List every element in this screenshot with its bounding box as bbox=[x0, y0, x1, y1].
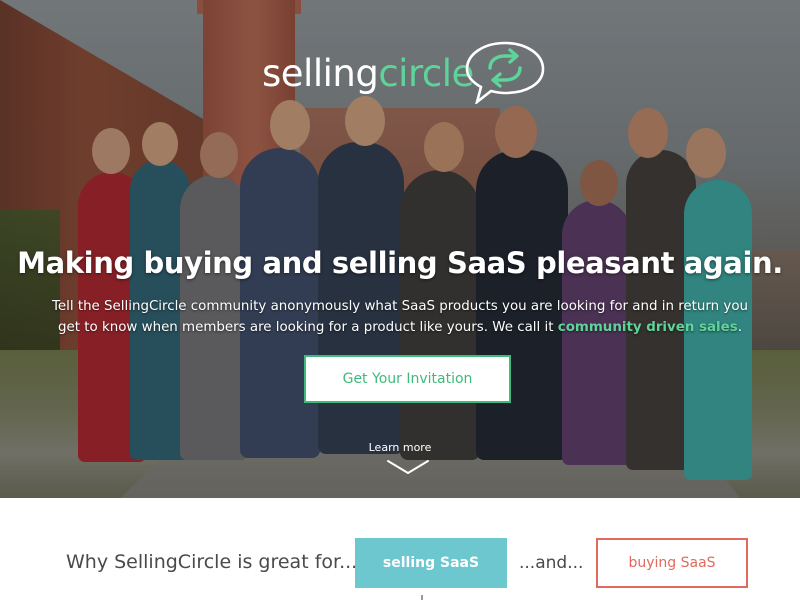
logo-text-circle: circle bbox=[378, 52, 474, 95]
selling-saas-button[interactable]: selling SaaS bbox=[355, 538, 507, 588]
hero-subtext: Tell the SellingCircle community anonymo… bbox=[40, 296, 760, 338]
hero-headline: Making buying and selling SaaS pleasant … bbox=[17, 246, 783, 280]
chevron-down-icon[interactable] bbox=[386, 459, 430, 475]
hero-section: sellingcircle Making buying and selling … bbox=[0, 0, 800, 498]
community-driven-sales-highlight: community driven sales bbox=[557, 320, 738, 335]
buying-saas-button[interactable]: buying SaaS bbox=[596, 538, 748, 588]
speech-bubble-cycle-arrows-icon bbox=[465, 41, 545, 104]
get-invitation-button[interactable]: Get Your Invitation bbox=[304, 355, 511, 403]
site-logo[interactable]: sellingcircle bbox=[262, 40, 552, 104]
why-heading: Why SellingCircle is great for... bbox=[66, 551, 358, 573]
logo-wordmark: sellingcircle bbox=[262, 52, 474, 96]
hero-subtext-end: . bbox=[737, 320, 742, 335]
learn-more-link[interactable]: Learn more bbox=[0, 441, 800, 454]
logo-text-selling: selling bbox=[262, 52, 379, 95]
section-pointer bbox=[421, 595, 423, 600]
and-separator: ...and... bbox=[519, 553, 584, 573]
